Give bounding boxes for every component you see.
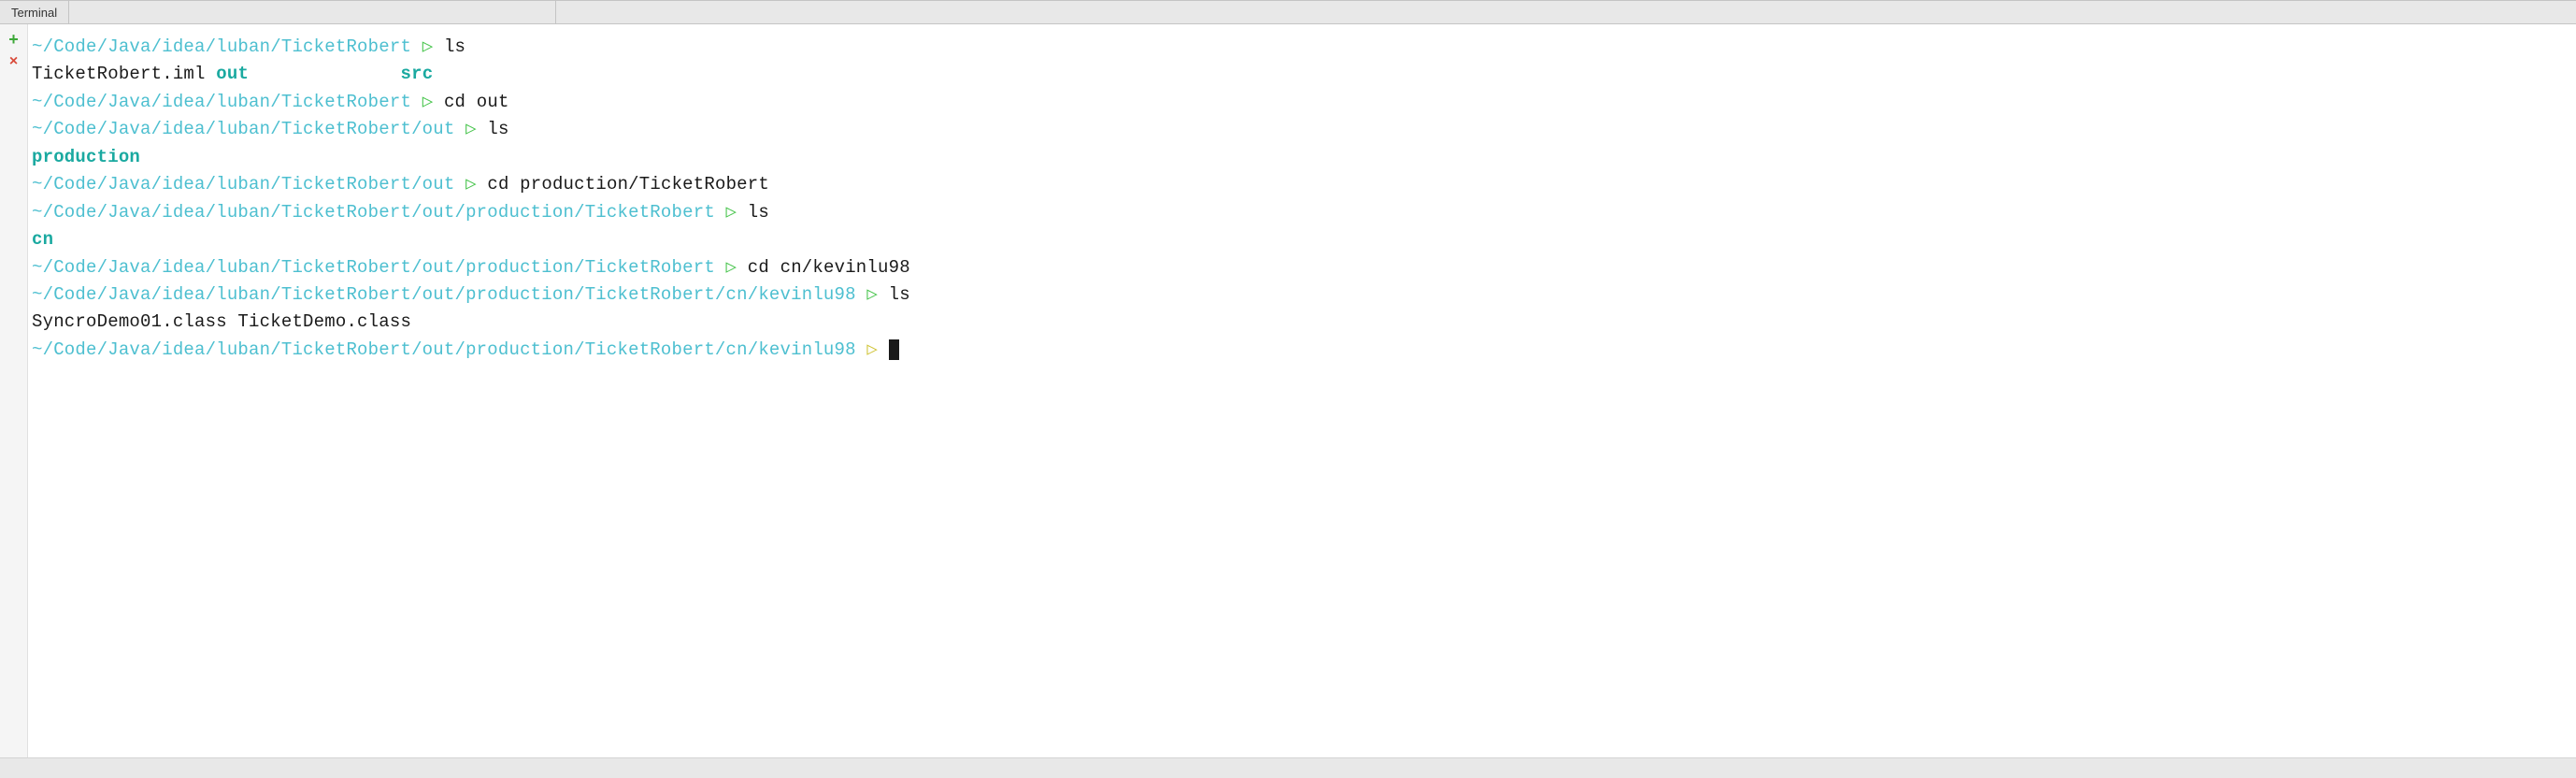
prompt-arrow-icon: ▷ [465, 119, 477, 139]
tab-bar: Terminal [0, 0, 2576, 24]
prompt-path: ~/Code/Java/idea/luban/TicketRobert/out/… [32, 257, 715, 278]
terminal-panel: Terminal + × ~/Code/Java/idea/luban/Tick… [0, 0, 2576, 778]
output-text: SyncroDemo01.class TicketDemo.class [32, 311, 411, 332]
command-text: ls [487, 119, 508, 139]
command-text: cd production/TicketRobert [487, 174, 769, 194]
terminal-line: ~/Code/Java/idea/luban/TicketRobert/out/… [32, 254, 2572, 281]
cursor-icon [889, 339, 899, 360]
terminal-output[interactable]: ~/Code/Java/idea/luban/TicketRobert ▷ ls… [28, 24, 2576, 757]
prompt-path: ~/Code/Java/idea/luban/TicketRobert/out/… [32, 339, 856, 360]
terminal-line: production [32, 144, 2572, 171]
terminal-line: ~/Code/Java/idea/luban/TicketRobert/out/… [32, 281, 2572, 309]
terminal-tab[interactable]: Terminal [0, 1, 69, 23]
terminal-line: ~/Code/Java/idea/luban/TicketRobert/out/… [32, 199, 2572, 226]
directory-name: out [216, 64, 249, 84]
prompt-arrow-icon: ▷ [422, 92, 434, 112]
prompt-arrow-icon: ▷ [726, 202, 737, 223]
prompt-path: ~/Code/Java/idea/luban/TicketRobert [32, 36, 411, 57]
close-session-icon[interactable]: × [7, 54, 21, 69]
directory-name: production [32, 147, 140, 167]
command-text: ls [889, 284, 910, 305]
gutter: + × [0, 24, 28, 757]
prompt-path: ~/Code/Java/idea/luban/TicketRobert/out [32, 174, 454, 194]
prompt-path: ~/Code/Java/idea/luban/TicketRobert [32, 92, 411, 112]
terminal-line: ~/Code/Java/idea/luban/TicketRobert ▷ ls [32, 34, 2572, 61]
prompt-arrow-icon: ▷ [465, 174, 477, 194]
directory-name: cn [32, 229, 53, 250]
prompt-path: ~/Code/Java/idea/luban/TicketRobert/out/… [32, 202, 715, 223]
terminal-line: cn [32, 226, 2572, 253]
terminal-line: TicketRobert.iml out src [32, 61, 2572, 88]
file-name: TicketRobert.iml [32, 64, 216, 84]
command-text: cd cn/kevinlu98 [748, 257, 910, 278]
add-session-icon[interactable]: + [7, 34, 21, 49]
prompt-path: ~/Code/Java/idea/luban/TicketRobert/out [32, 119, 454, 139]
terminal-line: SyncroDemo01.class TicketDemo.class [32, 309, 2572, 336]
terminal-line: ~/Code/Java/idea/luban/TicketRobert ▷ cd… [32, 89, 2572, 116]
status-strip [0, 757, 2576, 778]
directory-name: src [400, 64, 433, 84]
prompt-path: ~/Code/Java/idea/luban/TicketRobert/out/… [32, 284, 856, 305]
terminal-line: ~/Code/Java/idea/luban/TicketRobert/out … [32, 116, 2572, 143]
terminal-line: ~/Code/Java/idea/luban/TicketRobert/out/… [32, 337, 2572, 364]
command-text: cd out [444, 92, 509, 112]
prompt-arrow-icon: ▷ [866, 339, 878, 360]
command-text: ls [444, 36, 465, 57]
tab-divider [555, 1, 556, 23]
terminal-line: ~/Code/Java/idea/luban/TicketRobert/out … [32, 171, 2572, 198]
prompt-arrow-icon: ▷ [866, 284, 878, 305]
command-text: ls [748, 202, 769, 223]
prompt-arrow-icon: ▷ [422, 36, 434, 57]
prompt-arrow-icon: ▷ [726, 257, 737, 278]
terminal-content-row: + × ~/Code/Java/idea/luban/TicketRobert … [0, 24, 2576, 757]
